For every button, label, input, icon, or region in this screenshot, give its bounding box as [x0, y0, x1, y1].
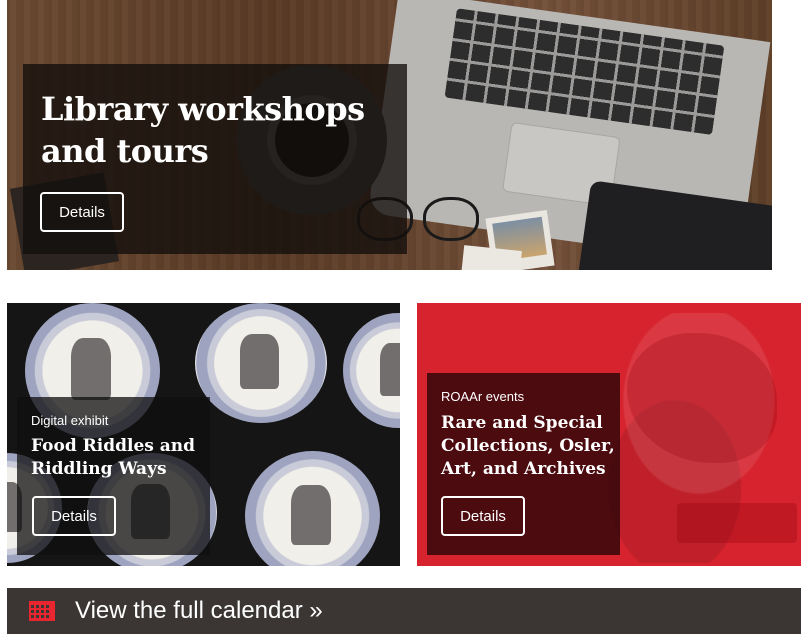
card-title: Rare and Special Collections, Osler, Art…	[441, 413, 615, 479]
view-calendar-link[interactable]: View the full calendar »	[7, 588, 801, 634]
plate-image	[343, 313, 400, 428]
calendar-icon	[29, 601, 55, 621]
food-riddles-details-button[interactable]: Details	[32, 496, 116, 536]
card-food-riddles: Digital exhibit Food Riddles and Riddlin…	[7, 303, 400, 566]
calendar-link-label: View the full calendar »	[75, 597, 323, 624]
card-title: Food Riddles and Riddling Ways	[31, 436, 196, 479]
card-category: Digital exhibit	[31, 413, 109, 428]
hero-card-workshops: Library workshops and tours Details	[7, 0, 772, 270]
card-roaar-events: ROAAr events Rare and Special Collection…	[417, 303, 801, 566]
roaar-details-button[interactable]: Details	[441, 496, 525, 536]
card-category: ROAAr events	[441, 389, 525, 404]
plate-image	[195, 303, 327, 423]
plate-image	[245, 451, 380, 566]
hero-details-button[interactable]: Details	[40, 192, 124, 232]
hero-title: Library workshops and tours	[41, 90, 365, 170]
